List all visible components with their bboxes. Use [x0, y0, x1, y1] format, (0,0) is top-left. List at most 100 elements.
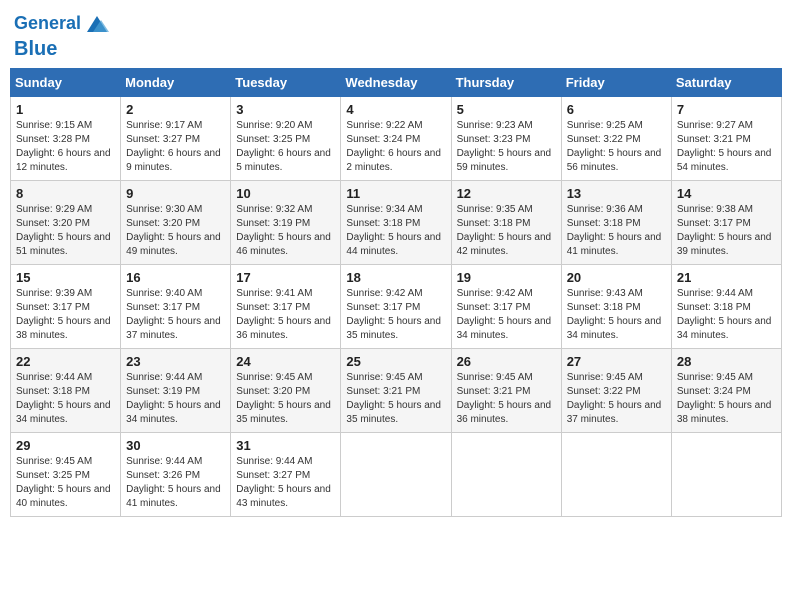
calendar-cell: 28 Sunrise: 9:45 AM Sunset: 3:24 PM Dayl…	[671, 349, 781, 433]
day-number: 19	[457, 270, 556, 285]
day-info: Sunrise: 9:22 AM Sunset: 3:24 PM Dayligh…	[346, 119, 445, 175]
day-info: Sunrise: 9:40 AM Sunset: 3:17 PM Dayligh…	[126, 287, 225, 343]
calendar-cell	[451, 433, 561, 517]
day-number: 26	[457, 354, 556, 369]
day-number: 17	[236, 270, 335, 285]
day-number: 22	[16, 354, 115, 369]
day-info: Sunrise: 9:30 AM Sunset: 3:20 PM Dayligh…	[126, 203, 225, 259]
calendar-cell: 13 Sunrise: 9:36 AM Sunset: 3:18 PM Dayl…	[561, 181, 671, 265]
day-info: Sunrise: 9:35 AM Sunset: 3:18 PM Dayligh…	[457, 203, 556, 259]
calendar-header-row: SundayMondayTuesdayWednesdayThursdayFrid…	[11, 69, 782, 97]
calendar-cell: 9 Sunrise: 9:30 AM Sunset: 3:20 PM Dayli…	[121, 181, 231, 265]
day-of-week-header: Thursday	[451, 69, 561, 97]
day-info: Sunrise: 9:44 AM Sunset: 3:26 PM Dayligh…	[126, 455, 225, 511]
calendar-cell	[671, 433, 781, 517]
calendar-cell: 6 Sunrise: 9:25 AM Sunset: 3:22 PM Dayli…	[561, 97, 671, 181]
calendar-cell: 14 Sunrise: 9:38 AM Sunset: 3:17 PM Dayl…	[671, 181, 781, 265]
day-number: 3	[236, 102, 335, 117]
day-info: Sunrise: 9:42 AM Sunset: 3:17 PM Dayligh…	[346, 287, 445, 343]
calendar-cell	[561, 433, 671, 517]
day-number: 20	[567, 270, 666, 285]
calendar-table: SundayMondayTuesdayWednesdayThursdayFrid…	[10, 68, 782, 517]
day-info: Sunrise: 9:45 AM Sunset: 3:24 PM Dayligh…	[677, 371, 776, 427]
calendar-cell	[341, 433, 451, 517]
day-info: Sunrise: 9:36 AM Sunset: 3:18 PM Dayligh…	[567, 203, 666, 259]
calendar-cell: 8 Sunrise: 9:29 AM Sunset: 3:20 PM Dayli…	[11, 181, 121, 265]
day-of-week-header: Monday	[121, 69, 231, 97]
day-number: 29	[16, 438, 115, 453]
day-of-week-header: Sunday	[11, 69, 121, 97]
day-info: Sunrise: 9:45 AM Sunset: 3:21 PM Dayligh…	[346, 371, 445, 427]
calendar-cell: 15 Sunrise: 9:39 AM Sunset: 3:17 PM Dayl…	[11, 265, 121, 349]
day-of-week-header: Saturday	[671, 69, 781, 97]
day-info: Sunrise: 9:39 AM Sunset: 3:17 PM Dayligh…	[16, 287, 115, 343]
day-of-week-header: Friday	[561, 69, 671, 97]
calendar-cell: 18 Sunrise: 9:42 AM Sunset: 3:17 PM Dayl…	[341, 265, 451, 349]
day-number: 16	[126, 270, 225, 285]
calendar-week-row: 1 Sunrise: 9:15 AM Sunset: 3:28 PM Dayli…	[11, 97, 782, 181]
day-of-week-header: Wednesday	[341, 69, 451, 97]
calendar-cell: 30 Sunrise: 9:44 AM Sunset: 3:26 PM Dayl…	[121, 433, 231, 517]
calendar-cell: 5 Sunrise: 9:23 AM Sunset: 3:23 PM Dayli…	[451, 97, 561, 181]
day-number: 11	[346, 186, 445, 201]
calendar-cell: 31 Sunrise: 9:44 AM Sunset: 3:27 PM Dayl…	[231, 433, 341, 517]
day-info: Sunrise: 9:29 AM Sunset: 3:20 PM Dayligh…	[16, 203, 115, 259]
day-number: 31	[236, 438, 335, 453]
header: General Blue	[10, 10, 782, 60]
calendar-cell: 1 Sunrise: 9:15 AM Sunset: 3:28 PM Dayli…	[11, 97, 121, 181]
day-info: Sunrise: 9:44 AM Sunset: 3:18 PM Dayligh…	[677, 287, 776, 343]
calendar-week-row: 22 Sunrise: 9:44 AM Sunset: 3:18 PM Dayl…	[11, 349, 782, 433]
day-number: 14	[677, 186, 776, 201]
calendar-cell: 21 Sunrise: 9:44 AM Sunset: 3:18 PM Dayl…	[671, 265, 781, 349]
day-info: Sunrise: 9:20 AM Sunset: 3:25 PM Dayligh…	[236, 119, 335, 175]
day-info: Sunrise: 9:17 AM Sunset: 3:27 PM Dayligh…	[126, 119, 225, 175]
calendar-cell: 7 Sunrise: 9:27 AM Sunset: 3:21 PM Dayli…	[671, 97, 781, 181]
day-info: Sunrise: 9:27 AM Sunset: 3:21 PM Dayligh…	[677, 119, 776, 175]
calendar-cell: 25 Sunrise: 9:45 AM Sunset: 3:21 PM Dayl…	[341, 349, 451, 433]
day-info: Sunrise: 9:32 AM Sunset: 3:19 PM Dayligh…	[236, 203, 335, 259]
calendar-week-row: 8 Sunrise: 9:29 AM Sunset: 3:20 PM Dayli…	[11, 181, 782, 265]
calendar-cell: 3 Sunrise: 9:20 AM Sunset: 3:25 PM Dayli…	[231, 97, 341, 181]
calendar-cell: 16 Sunrise: 9:40 AM Sunset: 3:17 PM Dayl…	[121, 265, 231, 349]
day-info: Sunrise: 9:34 AM Sunset: 3:18 PM Dayligh…	[346, 203, 445, 259]
day-info: Sunrise: 9:38 AM Sunset: 3:17 PM Dayligh…	[677, 203, 776, 259]
day-number: 4	[346, 102, 445, 117]
day-number: 10	[236, 186, 335, 201]
calendar-cell: 2 Sunrise: 9:17 AM Sunset: 3:27 PM Dayli…	[121, 97, 231, 181]
calendar-cell: 19 Sunrise: 9:42 AM Sunset: 3:17 PM Dayl…	[451, 265, 561, 349]
logo: General Blue	[14, 10, 111, 60]
day-info: Sunrise: 9:45 AM Sunset: 3:21 PM Dayligh…	[457, 371, 556, 427]
calendar-cell: 17 Sunrise: 9:41 AM Sunset: 3:17 PM Dayl…	[231, 265, 341, 349]
logo-text: General	[14, 14, 81, 34]
day-number: 8	[16, 186, 115, 201]
day-number: 7	[677, 102, 776, 117]
day-info: Sunrise: 9:44 AM Sunset: 3:27 PM Dayligh…	[236, 455, 335, 511]
logo-icon	[83, 10, 111, 38]
calendar-cell: 20 Sunrise: 9:43 AM Sunset: 3:18 PM Dayl…	[561, 265, 671, 349]
day-number: 12	[457, 186, 556, 201]
day-number: 30	[126, 438, 225, 453]
calendar-cell: 4 Sunrise: 9:22 AM Sunset: 3:24 PM Dayli…	[341, 97, 451, 181]
day-number: 27	[567, 354, 666, 369]
day-number: 13	[567, 186, 666, 201]
day-info: Sunrise: 9:45 AM Sunset: 3:22 PM Dayligh…	[567, 371, 666, 427]
calendar-cell: 12 Sunrise: 9:35 AM Sunset: 3:18 PM Dayl…	[451, 181, 561, 265]
day-info: Sunrise: 9:42 AM Sunset: 3:17 PM Dayligh…	[457, 287, 556, 343]
day-info: Sunrise: 9:43 AM Sunset: 3:18 PM Dayligh…	[567, 287, 666, 343]
day-info: Sunrise: 9:25 AM Sunset: 3:22 PM Dayligh…	[567, 119, 666, 175]
day-info: Sunrise: 9:23 AM Sunset: 3:23 PM Dayligh…	[457, 119, 556, 175]
calendar-cell: 23 Sunrise: 9:44 AM Sunset: 3:19 PM Dayl…	[121, 349, 231, 433]
day-number: 1	[16, 102, 115, 117]
day-number: 25	[346, 354, 445, 369]
day-number: 23	[126, 354, 225, 369]
calendar-cell: 24 Sunrise: 9:45 AM Sunset: 3:20 PM Dayl…	[231, 349, 341, 433]
day-info: Sunrise: 9:44 AM Sunset: 3:19 PM Dayligh…	[126, 371, 225, 427]
calendar-cell: 10 Sunrise: 9:32 AM Sunset: 3:19 PM Dayl…	[231, 181, 341, 265]
logo-blue: Blue	[14, 38, 111, 60]
day-number: 5	[457, 102, 556, 117]
day-info: Sunrise: 9:45 AM Sunset: 3:25 PM Dayligh…	[16, 455, 115, 511]
day-info: Sunrise: 9:45 AM Sunset: 3:20 PM Dayligh…	[236, 371, 335, 427]
day-number: 24	[236, 354, 335, 369]
calendar-cell: 29 Sunrise: 9:45 AM Sunset: 3:25 PM Dayl…	[11, 433, 121, 517]
day-number: 28	[677, 354, 776, 369]
